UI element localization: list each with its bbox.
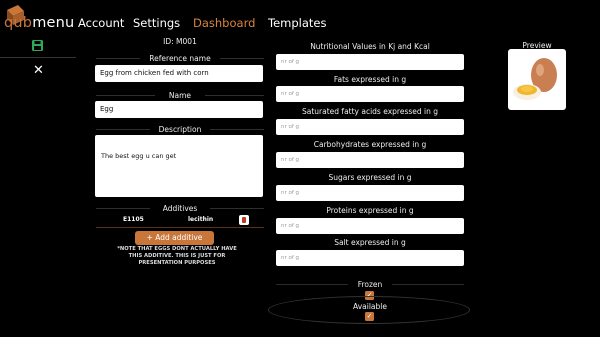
proteins-input[interactable]: nr of g bbox=[276, 218, 464, 234]
nav-templates[interactable]: Templates bbox=[268, 16, 326, 30]
name-input[interactable]: Egg bbox=[95, 101, 263, 118]
egg-image bbox=[508, 49, 566, 110]
trash-icon[interactable] bbox=[239, 215, 249, 225]
saturated-fats-label: Saturated fatty acids expressed in g bbox=[302, 107, 438, 116]
nav-settings[interactable]: Settings bbox=[133, 16, 180, 30]
additive-code: E1105 bbox=[123, 216, 144, 223]
kj-input[interactable]: nr of g bbox=[276, 54, 464, 70]
additive-row-divider bbox=[96, 227, 264, 228]
nutrition-label-kj: Nutritional Values in Kj and Kcal bbox=[310, 42, 430, 51]
save-icon[interactable] bbox=[32, 40, 43, 51]
salt-input[interactable]: nr of g bbox=[276, 250, 464, 266]
additives-label: Additives bbox=[150, 204, 210, 213]
sidebar-divider bbox=[0, 57, 76, 58]
frozen-label: Frozen bbox=[348, 280, 392, 289]
logo[interactable]: qubmenu bbox=[4, 15, 74, 31]
carbohydrates-label: Carbohydrates expressed in g bbox=[313, 140, 427, 149]
close-icon[interactable]: ✕ bbox=[33, 64, 44, 77]
description-label: Description bbox=[150, 125, 210, 134]
fats-input[interactable]: nr of g bbox=[276, 86, 464, 102]
description-textarea[interactable]: The best egg u can get bbox=[95, 135, 263, 197]
nav-account[interactable]: Account bbox=[78, 16, 124, 30]
available-label: Available bbox=[343, 302, 397, 311]
salt-label: Salt expressed in g bbox=[334, 238, 406, 247]
proteins-label: Proteins expressed in g bbox=[326, 206, 414, 215]
sugars-label: Sugars expressed in g bbox=[328, 173, 412, 182]
saturated-fats-input[interactable]: nr of g bbox=[276, 119, 464, 135]
nav-dashboard[interactable]: Dashboard bbox=[193, 16, 255, 30]
reference-name-label: Reference name bbox=[140, 54, 220, 63]
carbohydrates-input[interactable]: nr of g bbox=[276, 152, 464, 168]
fats-label: Fats expressed in g bbox=[333, 75, 407, 84]
sugars-input[interactable]: nr of g bbox=[276, 185, 464, 201]
additive-name: lecithin bbox=[188, 216, 214, 223]
available-checkbox[interactable]: ✓ bbox=[365, 312, 374, 321]
name-label: Name bbox=[155, 91, 205, 100]
additive-note: *NOTE THAT EGGS DONT ACTUALLY HAVE THIS … bbox=[117, 246, 237, 267]
reference-name-input[interactable]: Egg from chicken fed with corn bbox=[95, 65, 263, 82]
add-additive-button[interactable]: + Add additive bbox=[135, 231, 214, 245]
record-id: ID: M001 bbox=[163, 37, 197, 46]
